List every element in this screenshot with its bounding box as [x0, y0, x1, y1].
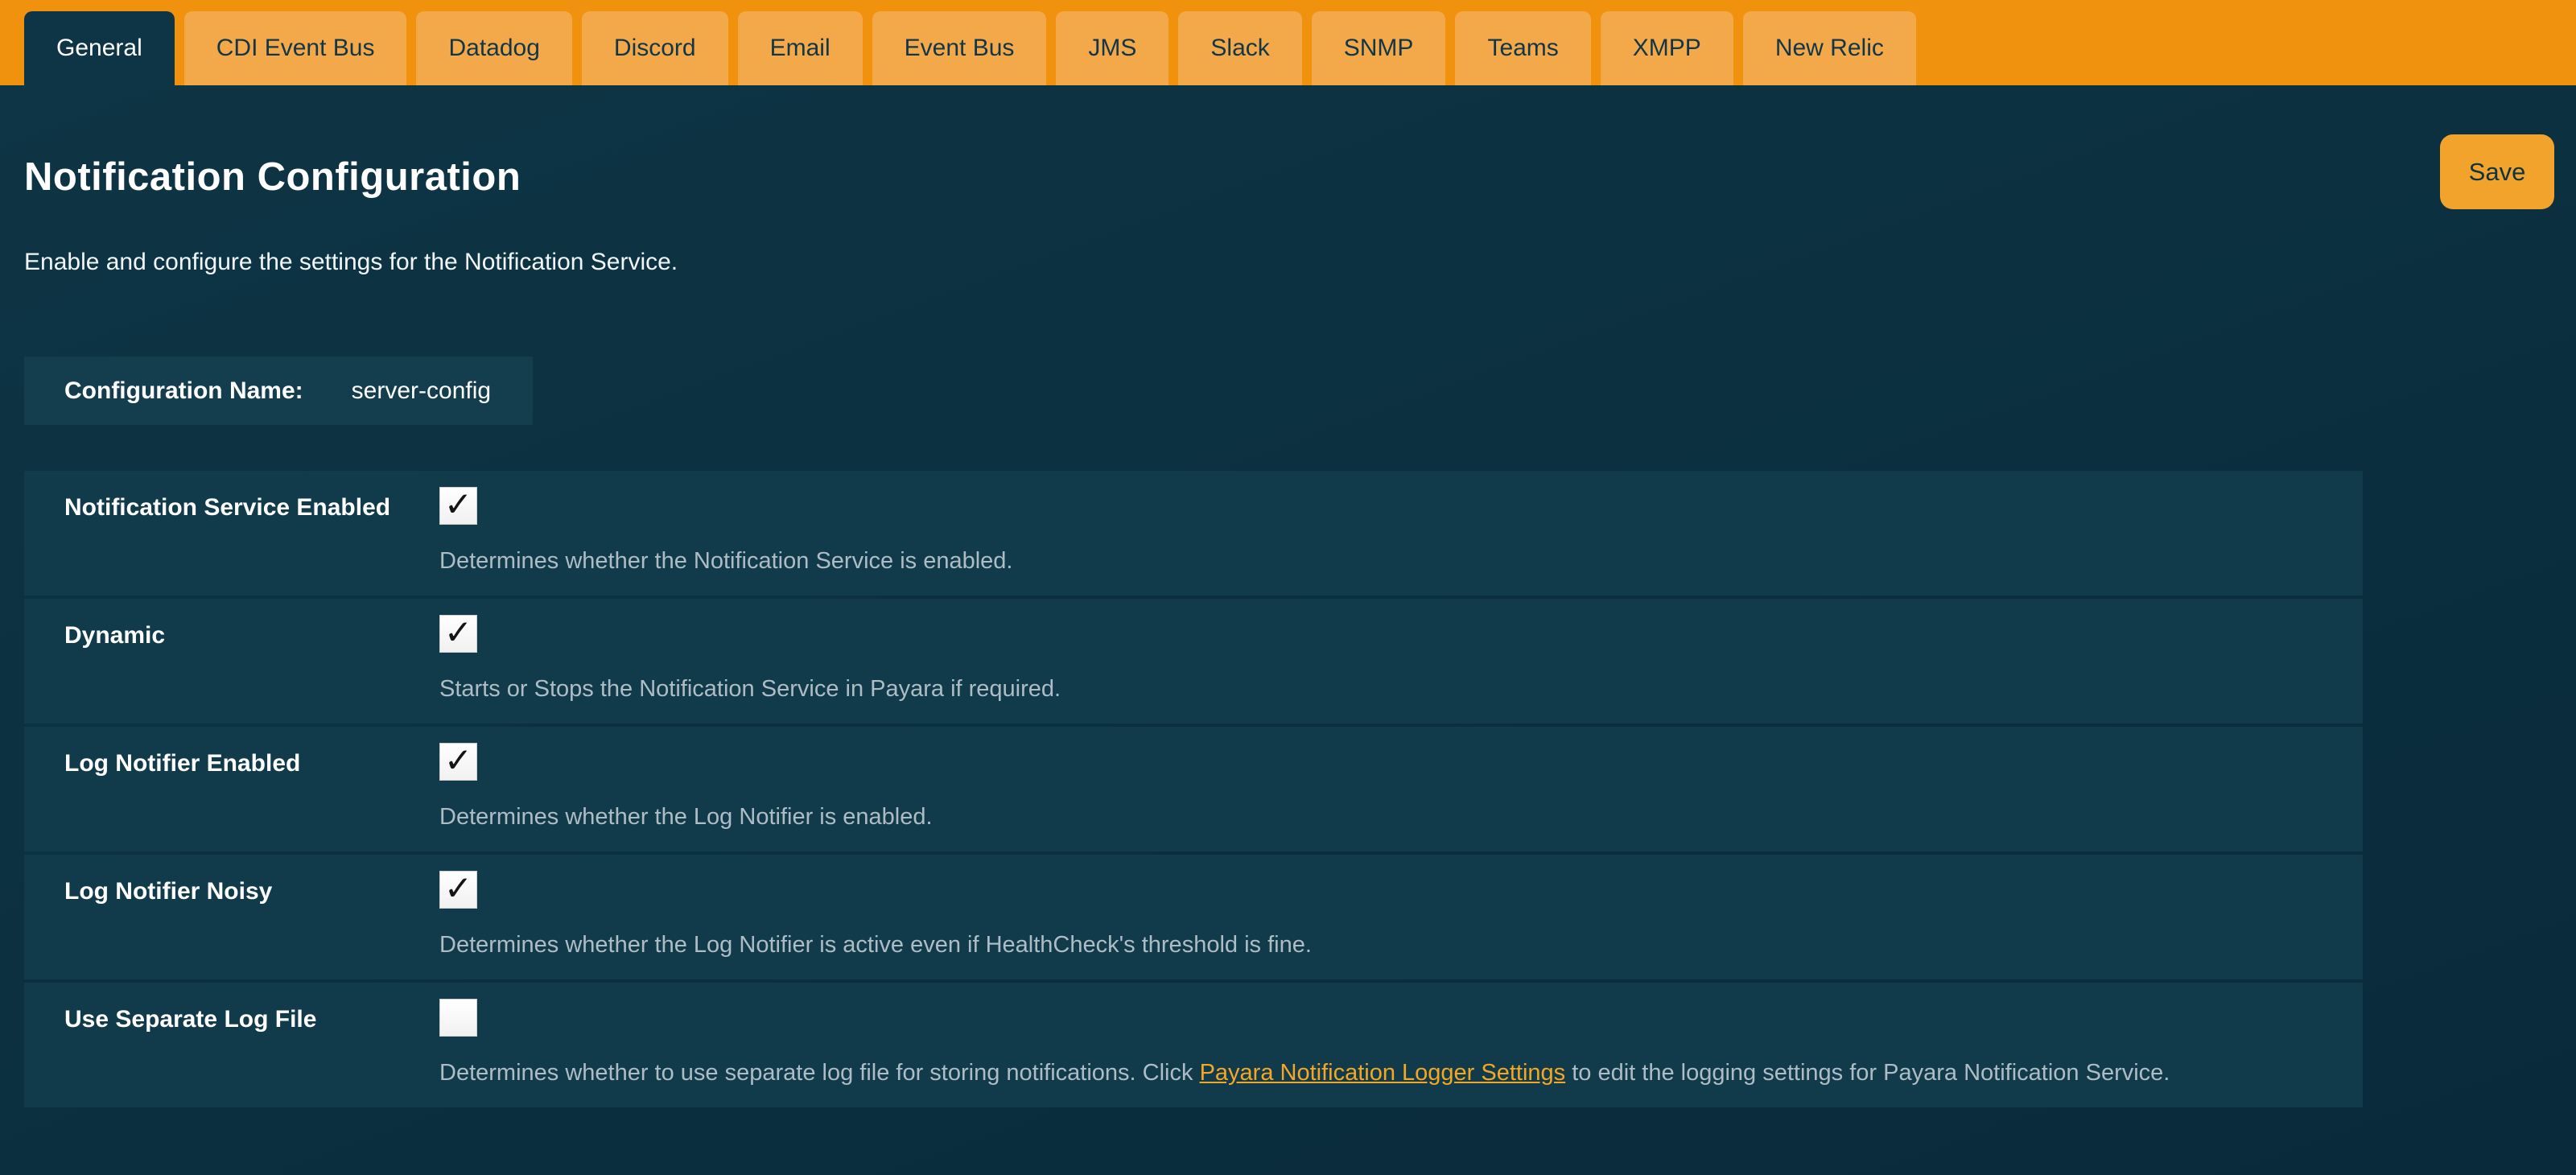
- setting-label: Dynamic: [64, 621, 165, 650]
- save-button[interactable]: Save: [2440, 134, 2554, 209]
- setting-label: Use Separate Log File: [64, 1005, 316, 1034]
- description-text: Determines whether to use separate log f…: [439, 1060, 1200, 1086]
- tab-xmpp[interactable]: XMPP: [1601, 11, 1733, 85]
- tab-jms[interactable]: JMS: [1056, 11, 1168, 85]
- notifier-tabbar: General CDI Event Bus Datadog Discord Em…: [0, 0, 2576, 85]
- checkmark-icon: ✓: [444, 872, 472, 905]
- page-subtitle: Enable and configure the settings for th…: [24, 249, 678, 276]
- tab-general[interactable]: General: [24, 11, 175, 85]
- setting-row-notification-service-enabled: Notification Service Enabled ✓ Determine…: [24, 471, 2363, 596]
- notification-service-enabled-checkbox[interactable]: ✓: [439, 487, 477, 525]
- setting-row-use-separate-log-file: Use Separate Log File Determines whether…: [24, 983, 2363, 1107]
- tab-new-relic[interactable]: New Relic: [1743, 11, 1916, 85]
- checkmark-icon: ✓: [444, 744, 472, 777]
- setting-label: Notification Service Enabled: [64, 493, 390, 522]
- description-text: to edit the logging settings for Payara …: [1565, 1060, 2170, 1086]
- configuration-name-value: server-config: [352, 377, 491, 405]
- tab-event-bus[interactable]: Event Bus: [872, 11, 1047, 85]
- tab-snmp[interactable]: SNMP: [1312, 11, 1446, 85]
- setting-description: Starts or Stops the Notification Service…: [439, 674, 2331, 703]
- tab-teams[interactable]: Teams: [1455, 11, 1590, 85]
- tab-cdi-event-bus[interactable]: CDI Event Bus: [184, 11, 407, 85]
- setting-label: Log Notifier Enabled: [64, 749, 300, 778]
- dynamic-checkbox[interactable]: ✓: [439, 615, 477, 653]
- checkmark-icon: ✓: [444, 616, 472, 649]
- setting-row-log-notifier-enabled: Log Notifier Enabled ✓ Determines whethe…: [24, 727, 2363, 851]
- setting-description: Determines whether the Log Notifier is a…: [439, 930, 2331, 959]
- use-separate-log-file-checkbox[interactable]: [439, 999, 477, 1037]
- setting-row-log-notifier-noisy: Log Notifier Noisy ✓ Determines whether …: [24, 855, 2363, 979]
- setting-label: Log Notifier Noisy: [64, 877, 272, 906]
- setting-description: Determines whether the Log Notifier is e…: [439, 802, 2331, 831]
- payara-admin-console: General CDI Event Bus Datadog Discord Em…: [0, 0, 2576, 1175]
- setting-description: Determines whether the Notification Serv…: [439, 546, 2331, 575]
- notification-configuration-page: Save Notification Configuration Enable a…: [0, 85, 2576, 1175]
- log-notifier-noisy-checkbox[interactable]: ✓: [439, 871, 477, 909]
- tab-discord[interactable]: Discord: [582, 11, 728, 85]
- configuration-name-label: Configuration Name:: [64, 377, 303, 405]
- page-title: Notification Configuration: [24, 155, 521, 200]
- checkmark-icon: ✓: [444, 488, 472, 522]
- tab-slack[interactable]: Slack: [1178, 11, 1301, 85]
- configuration-name-panel: Configuration Name: server-config: [24, 357, 533, 425]
- payara-notification-logger-settings-link[interactable]: Payara Notification Logger Settings: [1200, 1060, 1566, 1086]
- settings-table: Notification Service Enabled ✓ Determine…: [24, 471, 2363, 1111]
- tab-email[interactable]: Email: [738, 11, 863, 85]
- tab-datadog[interactable]: Datadog: [416, 11, 571, 85]
- log-notifier-enabled-checkbox[interactable]: ✓: [439, 743, 477, 781]
- setting-description: Determines whether to use separate log f…: [439, 1058, 2331, 1087]
- setting-row-dynamic: Dynamic ✓ Starts or Stops the Notificati…: [24, 599, 2363, 724]
